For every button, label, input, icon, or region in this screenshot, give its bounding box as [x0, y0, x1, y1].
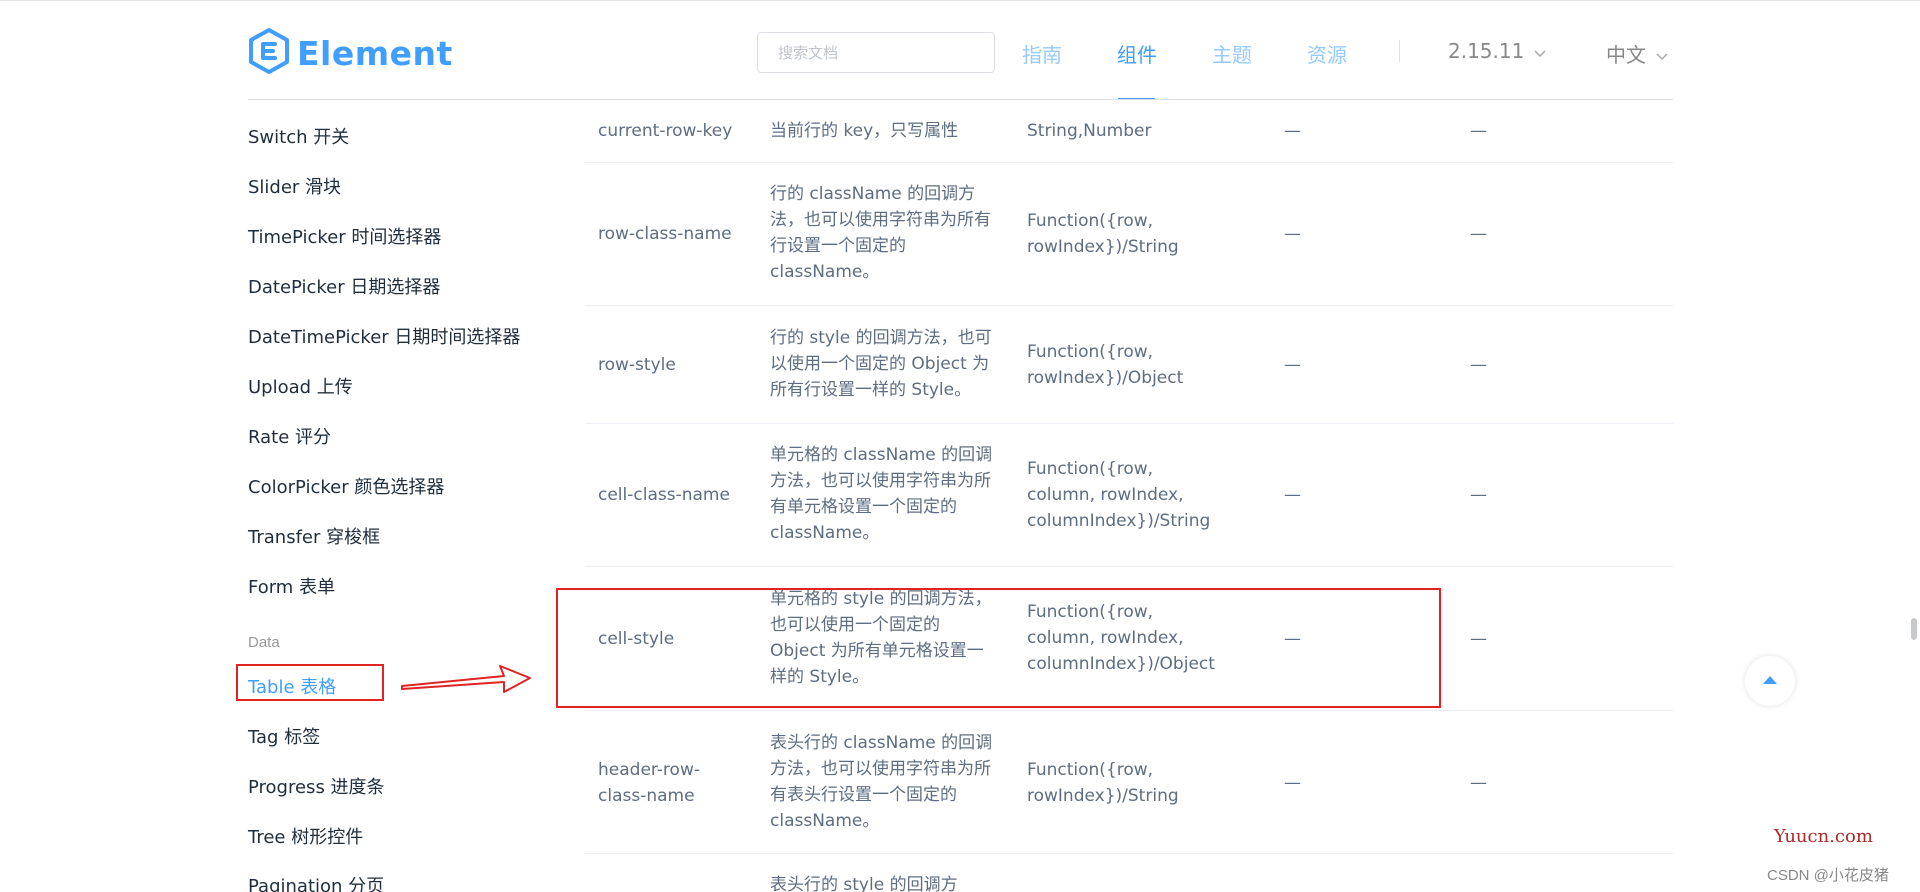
- attr-name: current-row-key: [598, 121, 733, 141]
- chevron-down-icon: [1656, 42, 1668, 66]
- logo-text: Element: [297, 34, 453, 73]
- caret-up-icon: [1762, 672, 1778, 690]
- back-to-top-button[interactable]: [1745, 656, 1795, 706]
- sidebar-item-transfer[interactable]: Transfer 穿梭框: [248, 523, 380, 549]
- version-label: 2.15.11: [1448, 39, 1525, 63]
- attr-type: Function({row, column, rowIndex, columnI…: [1027, 459, 1211, 531]
- attr-name: cell-class-name: [598, 485, 730, 505]
- search-input[interactable]: [757, 32, 995, 73]
- attr-desc: 表头行的 className 的回调方法，也可以使用字符串为所有表头行设置一个固…: [770, 733, 993, 831]
- sidebar-item-slider[interactable]: Slider 滑块: [248, 173, 341, 199]
- attr-default: —: [1470, 355, 1487, 375]
- attr-desc: 单元格的 className 的回调方法，也可以使用字符串为所有单元格设置一个固…: [770, 445, 993, 543]
- nav-resources[interactable]: 资源: [1307, 39, 1347, 68]
- attr-desc: 行的 style 的回调方法，也可以使用一个固定的 Object 为所有行设置一…: [770, 328, 992, 400]
- attr-name: header-row-class-name: [598, 760, 700, 806]
- attr-type: Function({row, rowIndex})/Object: [1027, 342, 1184, 388]
- annotation-box-sidebar: [236, 664, 384, 701]
- sidebar-item-timepicker[interactable]: TimePicker 时间选择器: [248, 223, 441, 249]
- attr-options: —: [1284, 485, 1301, 505]
- attr-type: Function({row, rowIndex})/String: [1027, 211, 1179, 257]
- annotation-arrow-icon: [401, 665, 531, 693]
- attr-desc: 当前行的 key，只写属性: [770, 121, 959, 141]
- row-divider: [585, 305, 1673, 306]
- attr-options: —: [1284, 224, 1301, 244]
- nav-divider: [1399, 40, 1400, 62]
- attr-name: row-class-name: [598, 224, 732, 244]
- attr-default: —: [1470, 629, 1487, 649]
- attr-type: Function({row, rowIndex})/String: [1027, 760, 1179, 806]
- attr-name: row-style: [598, 355, 676, 375]
- row-divider: [585, 162, 1673, 163]
- sidebar-item-tree[interactable]: Tree 树形控件: [248, 823, 363, 849]
- sidebar-item-rate[interactable]: Rate 评分: [248, 423, 331, 449]
- attr-options: —: [1284, 121, 1301, 141]
- sidebar-group-label: Data: [248, 634, 280, 651]
- chevron-down-icon: [1534, 39, 1546, 63]
- language-label: 中文: [1606, 43, 1646, 67]
- attr-type: String,Number: [1027, 121, 1152, 141]
- attr-desc: 表头行的 style 的回调方: [770, 875, 958, 892]
- annotation-box-row: [556, 588, 1441, 708]
- attr-default: —: [1470, 121, 1487, 141]
- attr-default: —: [1470, 773, 1487, 793]
- attr-default: —: [1470, 224, 1487, 244]
- row-divider: [585, 853, 1673, 854]
- sidebar-item-progress[interactable]: Progress 进度条: [248, 773, 385, 799]
- sidebar-item-datetimepicker[interactable]: DateTimePicker 日期时间选择器: [248, 323, 520, 349]
- attr-options: —: [1284, 355, 1301, 375]
- nav-theme[interactable]: 主题: [1212, 39, 1252, 68]
- row-divider: [585, 710, 1673, 711]
- credit-text: CSDN @小花皮猪: [1767, 867, 1889, 884]
- sidebar-item-pagination[interactable]: Pagination 分页: [248, 872, 384, 892]
- sidebar-item-datepicker[interactable]: DatePicker 日期选择器: [248, 273, 440, 299]
- sidebar-item-form[interactable]: Form 表单: [248, 573, 335, 599]
- row-divider: [585, 423, 1673, 424]
- top-header: Element 指南 组件 主题 资源 2.15.11 中文: [0, 0, 1920, 100]
- attr-default: —: [1470, 485, 1487, 505]
- watermark-text: Yuucn.com: [1774, 826, 1873, 847]
- nav-guide[interactable]: 指南: [1022, 39, 1062, 68]
- version-dropdown[interactable]: 2.15.11: [1448, 39, 1546, 63]
- sidebar-item-tag[interactable]: Tag 标签: [248, 723, 320, 749]
- element-logo-icon: [247, 27, 291, 80]
- sidebar-item-upload[interactable]: Upload 上传: [248, 373, 353, 399]
- row-divider: [585, 566, 1673, 567]
- element-logo[interactable]: Element: [247, 27, 453, 80]
- attr-options: —: [1284, 773, 1301, 793]
- attr-desc: 行的 className 的回调方法，也可以使用字符串为所有行设置一个固定的 c…: [770, 184, 991, 282]
- header-divider: [248, 99, 1673, 100]
- language-dropdown[interactable]: 中文: [1606, 39, 1668, 68]
- scrollbar-thumb[interactable]: [1911, 618, 1917, 640]
- sidebar-item-switch[interactable]: Switch 开关: [248, 123, 349, 149]
- nav-components[interactable]: 组件: [1117, 39, 1157, 68]
- sidebar-item-colorpicker[interactable]: ColorPicker 颜色选择器: [248, 473, 444, 499]
